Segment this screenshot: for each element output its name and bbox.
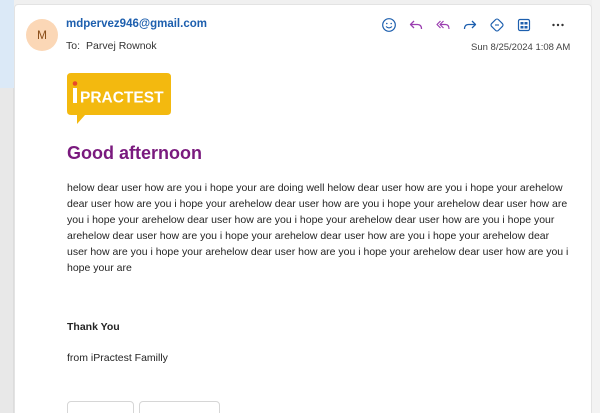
closing-thanks: Thank You bbox=[67, 321, 120, 333]
recipient-name[interactable]: Parvej Rownok bbox=[86, 40, 157, 52]
folder-pane-edge bbox=[0, 0, 14, 413]
forward-icon[interactable] bbox=[459, 14, 481, 36]
forward-button[interactable] bbox=[139, 401, 220, 413]
message-body: helow dear user how are you i hope your … bbox=[67, 182, 569, 274]
sender-avatar[interactable]: M bbox=[26, 19, 58, 51]
greeting-heading: Good afternoon bbox=[67, 143, 202, 163]
message-toolbar bbox=[378, 14, 574, 36]
logo-text: PRACTEST bbox=[80, 90, 164, 107]
to-label: To: bbox=[66, 40, 81, 52]
reply-button[interactable] bbox=[67, 401, 134, 413]
reading-pane-edge bbox=[592, 0, 600, 413]
smiley-icon[interactable] bbox=[378, 14, 400, 36]
email-reading-pane: M mdpervez946@gmail.com To: Parvej Rownok… bbox=[14, 4, 592, 413]
more-icon[interactable] bbox=[547, 14, 569, 36]
sender-address[interactable]: mdpervez946@gmail.com bbox=[66, 18, 207, 30]
received-datetime: Sun 8/25/2024 1:08 AM bbox=[471, 42, 571, 53]
apps-icon[interactable] bbox=[486, 14, 508, 36]
immersive-reader-icon[interactable] bbox=[513, 14, 535, 36]
signature: from iPractest Familly bbox=[67, 352, 168, 364]
ipractest-logo: PRACTEST bbox=[67, 73, 171, 124]
avatar-initial: M bbox=[37, 28, 47, 42]
recipient-line: To: Parvej Rownok bbox=[66, 40, 157, 52]
reply-all-icon[interactable] bbox=[432, 14, 454, 36]
reply-icon[interactable] bbox=[405, 14, 427, 36]
selected-message-highlight bbox=[0, 0, 14, 88]
